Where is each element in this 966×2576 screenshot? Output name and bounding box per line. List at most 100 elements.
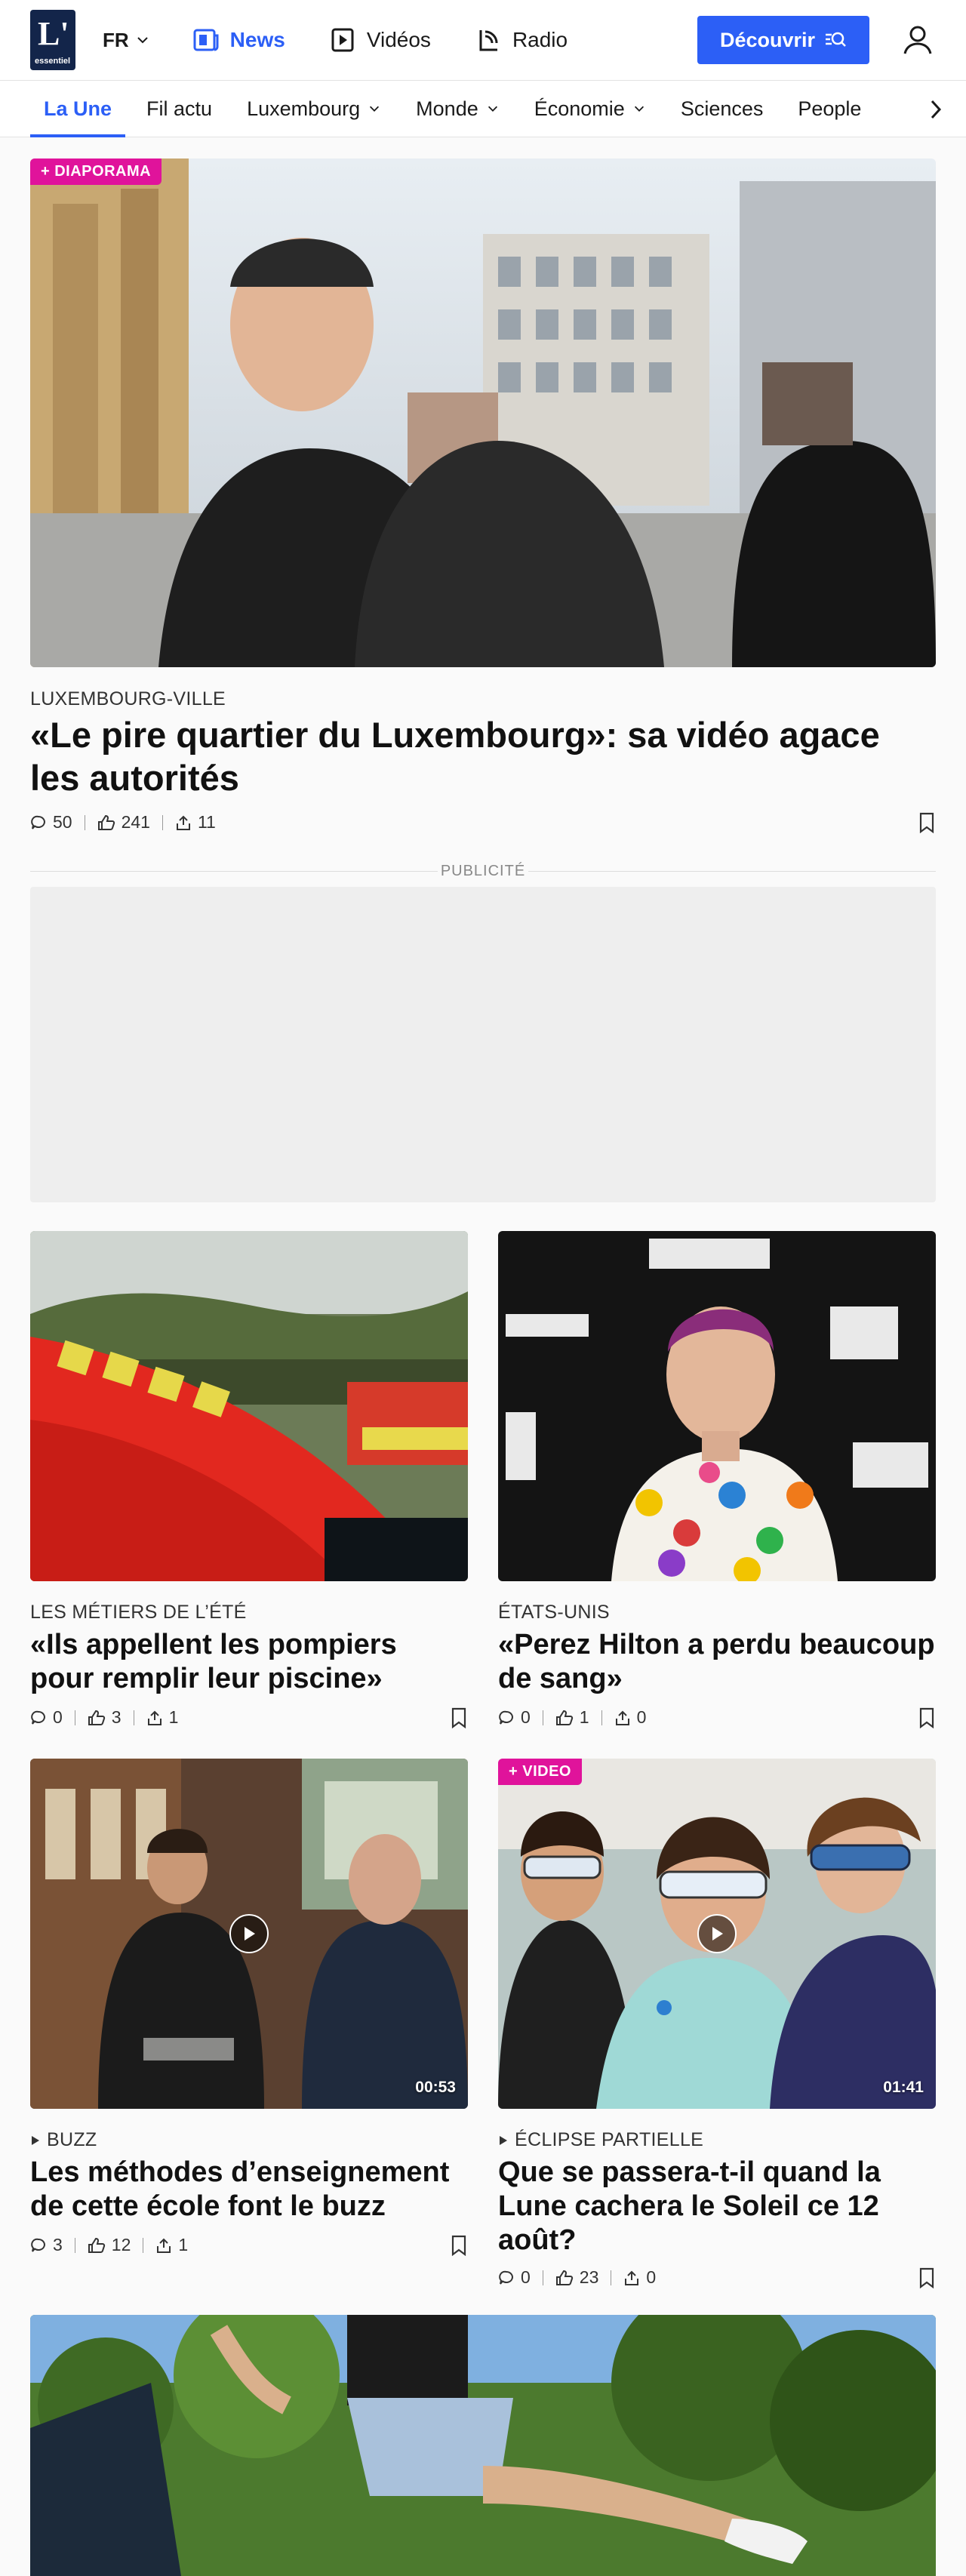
article-headline[interactable]: «Perez Hilton a perdu beaucoup de sang»	[498, 1628, 936, 1696]
comment-icon	[499, 1710, 513, 1725]
language-selector[interactable]: FR	[103, 29, 150, 52]
kicker-label: ÉCLIPSE PARTIELLE	[515, 2129, 704, 2150]
shares-value: 1	[178, 2235, 189, 2254]
article-kicker: LES MÉTIERS DE L’ÉTÉ	[30, 1602, 247, 1623]
tab-sciences[interactable]: Sciences	[667, 80, 777, 137]
likes-value: 241	[121, 812, 150, 832]
news-icon	[192, 26, 220, 54]
article-image[interactable]	[498, 1231, 936, 1581]
comments-count[interactable]: 0	[30, 1707, 63, 1728]
likes-count[interactable]: 241	[97, 812, 150, 833]
comments-count[interactable]: 50	[30, 812, 72, 833]
likes-value: 23	[579, 2267, 599, 2287]
radio-icon	[475, 26, 502, 54]
nav-news-label: News	[229, 28, 285, 51]
article-video-thumbnail[interactable]: + VIDEO 01:41	[498, 1759, 936, 2109]
nav-news[interactable]: News	[192, 26, 285, 54]
likes-count[interactable]: 12	[88, 2235, 131, 2255]
shares-value: 11	[197, 812, 216, 832]
tab-fil-actu[interactable]: Fil actu	[133, 80, 226, 137]
chevron-down-icon	[137, 37, 148, 44]
article-video-thumbnail[interactable]: 00:53	[30, 1759, 468, 2109]
share-icon	[176, 815, 190, 830]
play-icon[interactable]	[697, 1914, 737, 1953]
nav-radio[interactable]: Radio	[475, 26, 568, 54]
advertisement-slot[interactable]	[30, 887, 936, 1202]
share-icon	[615, 1710, 629, 1725]
article-headline[interactable]: «Le pire quartier du Luxembourg»: sa vid…	[30, 713, 936, 799]
nav-videos[interactable]: Vidéos	[329, 26, 431, 54]
likes-value: 3	[111, 1707, 122, 1727]
tab-label: La Une	[44, 97, 112, 120]
nav-radio-label: Radio	[512, 28, 568, 51]
tab-label: Sciences	[680, 97, 764, 120]
shares-count[interactable]: 0	[623, 2267, 656, 2288]
top-header: L' essentiel FR News Vidéos Radio Découv…	[0, 0, 966, 80]
likes-count[interactable]: 1	[555, 1707, 589, 1728]
section-navigation: La Une Fil actu Luxembourg Monde Économi…	[0, 80, 966, 137]
thumbs-up-icon	[555, 1710, 573, 1725]
article-headline[interactable]: Les méthodes d’enseignement de cette éco…	[30, 2156, 468, 2224]
thumbs-up-icon	[97, 814, 115, 830]
article-headline[interactable]: «Ils appellent les pompiers pour remplir…	[30, 1628, 468, 1696]
bookmark-icon[interactable]	[448, 1706, 469, 1730]
logo-wordmark: essentiel	[35, 57, 71, 66]
likes-count[interactable]: 3	[88, 1707, 122, 1728]
likes-value: 1	[579, 1707, 589, 1727]
tab-people[interactable]: People	[784, 80, 875, 137]
article-kicker: BUZZ	[30, 2129, 97, 2151]
share-icon	[157, 2238, 171, 2253]
share-icon	[625, 2270, 639, 2285]
nav-videos-label: Vidéos	[366, 28, 431, 51]
bookmark-icon[interactable]	[916, 1706, 937, 1730]
article-kicker: ÉTATS-UNIS	[498, 1602, 610, 1623]
lead-article-image[interactable]: + DIAPORAMA	[30, 158, 936, 667]
video-play-icon	[329, 26, 356, 54]
video-duration: 01:41	[883, 2079, 924, 2096]
article-stats: 0 1 0	[498, 1707, 646, 1728]
tab-monde[interactable]: Monde	[402, 80, 513, 137]
bookmark-icon[interactable]	[916, 2266, 937, 2290]
video-indicator-icon	[32, 2135, 39, 2145]
article-stats: 0 23 0	[498, 2267, 656, 2288]
shares-count[interactable]: 1	[155, 2235, 188, 2255]
scroll-right-button[interactable]	[921, 94, 951, 125]
chevron-right-icon	[931, 100, 942, 119]
shares-value: 0	[646, 2267, 657, 2287]
article-kicker: ÉCLIPSE PARTIELLE	[498, 2129, 703, 2151]
discover-button[interactable]: Découvrir	[697, 16, 869, 64]
video-indicator-icon	[500, 2135, 507, 2145]
tab-label: People	[798, 97, 862, 120]
comments-count[interactable]: 3	[30, 2235, 63, 2255]
likes-count[interactable]: 23	[555, 2267, 599, 2288]
comments-value: 0	[53, 1707, 63, 1727]
chevron-down-icon	[370, 106, 380, 112]
language-label: FR	[103, 28, 129, 51]
thumbs-up-icon	[555, 2270, 573, 2285]
shares-count[interactable]: 1	[146, 1707, 178, 1728]
tab-label: Économie	[534, 97, 625, 120]
divider	[601, 1710, 602, 1725]
article-image[interactable]	[30, 2315, 936, 2576]
play-icon[interactable]	[229, 1914, 269, 1953]
share-icon	[147, 1710, 162, 1725]
article-kicker: LUXEMBOURG-VILLE	[30, 688, 226, 709]
likes-value: 12	[111, 2235, 131, 2254]
tab-economie[interactable]: Économie	[521, 80, 660, 137]
article-headline[interactable]: Que se passera-t-il quand la Lune cacher…	[498, 2156, 936, 2257]
comments-count[interactable]: 0	[498, 2267, 531, 2288]
tab-label: Fil actu	[146, 97, 213, 120]
comments-value: 0	[521, 1707, 531, 1727]
video-duration: 00:53	[415, 2079, 456, 2096]
shares-count[interactable]: 0	[614, 1707, 646, 1728]
bookmark-icon[interactable]	[916, 811, 937, 835]
user-account-icon[interactable]	[900, 22, 936, 58]
comments-count[interactable]: 0	[498, 1707, 531, 1728]
bookmark-icon[interactable]	[448, 2233, 469, 2257]
shares-count[interactable]: 11	[175, 812, 216, 833]
kicker-label: BUZZ	[47, 2129, 97, 2150]
site-logo[interactable]: L' essentiel	[30, 10, 75, 70]
tab-la-une[interactable]: La Une	[30, 80, 126, 137]
article-image[interactable]	[30, 1231, 468, 1581]
tab-luxembourg[interactable]: Luxembourg	[233, 80, 395, 137]
